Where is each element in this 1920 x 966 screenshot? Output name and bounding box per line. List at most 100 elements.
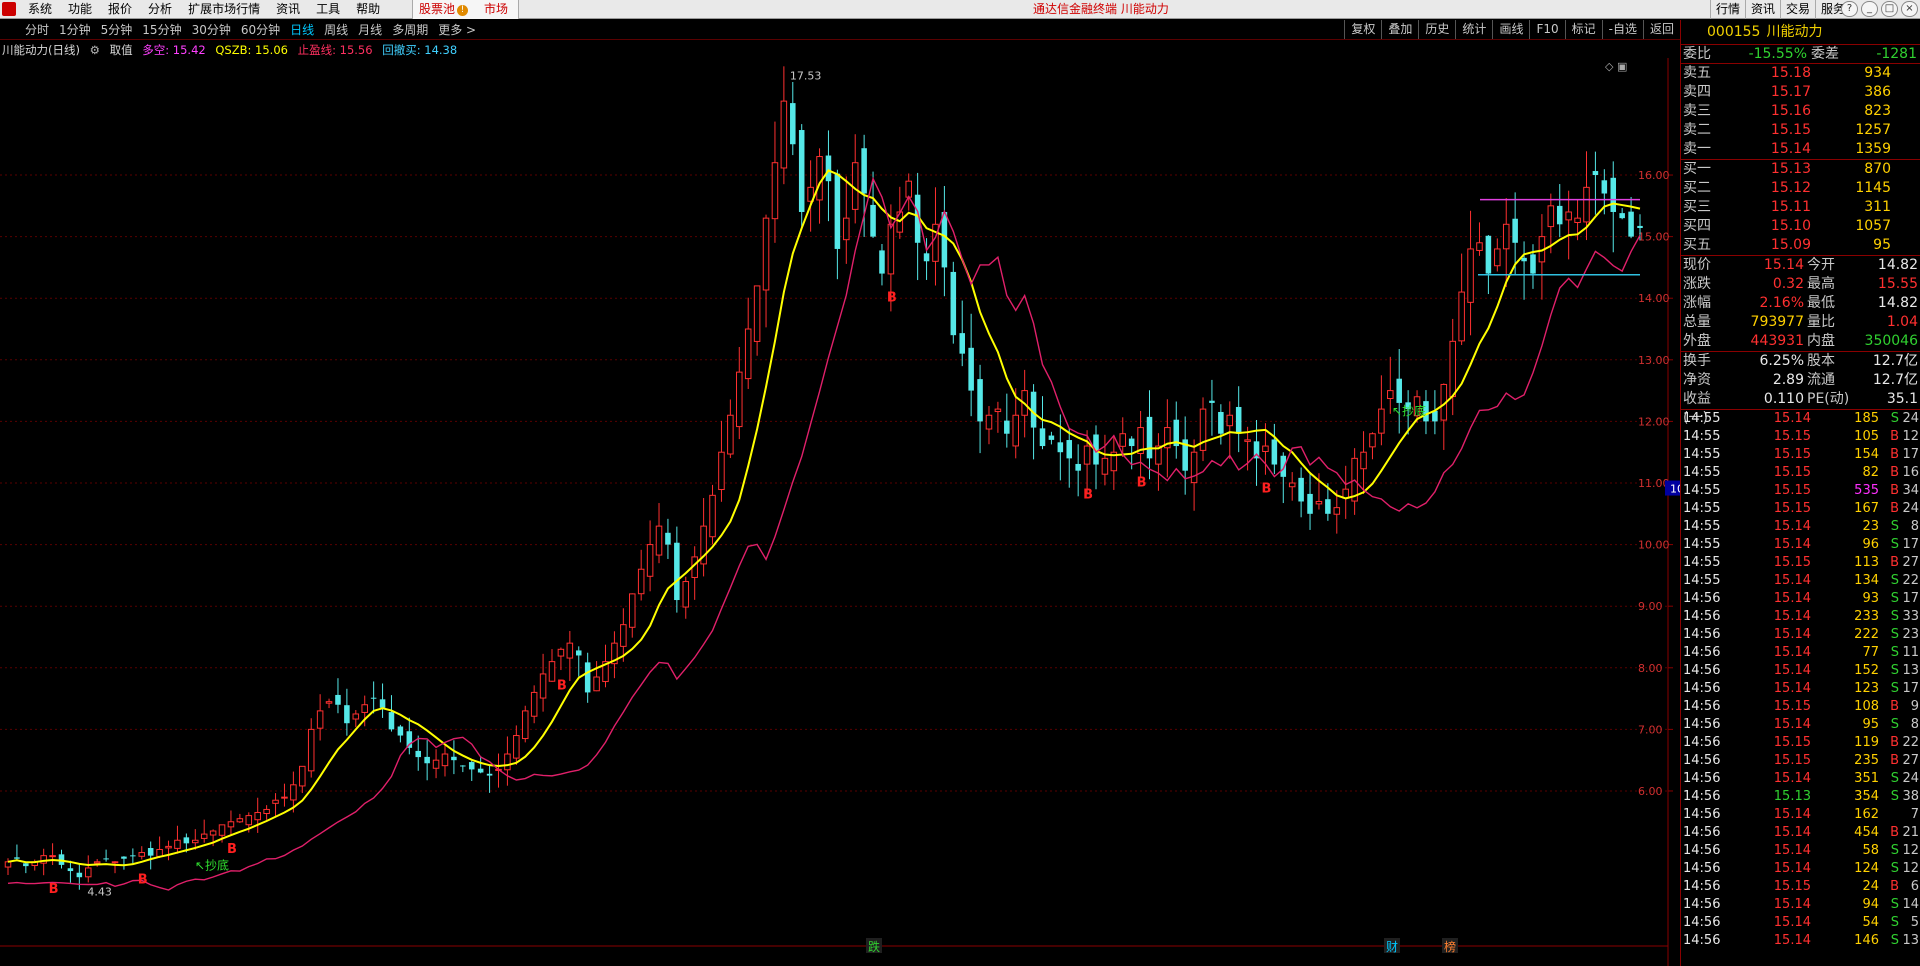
tick-row[interactable]: 14:56 15.14 233 S 33	[1681, 608, 1920, 626]
minimize-icon[interactable]: _	[1861, 1, 1878, 17]
tick-row[interactable]: 14:56 15.14 351 S 24	[1681, 770, 1920, 788]
tick-row[interactable]: 14:55 15.15 113 B 27	[1681, 554, 1920, 572]
tick-row[interactable]: 14:56 15.14 454 B 21	[1681, 824, 1920, 842]
tick-count: 24	[1902, 501, 1919, 516]
tool-button[interactable]: 标记	[1564, 20, 1602, 39]
tick-list[interactable]: 14:55 15.14 185 S 24 14:55 15.15 105 B 12 14:55 15.…	[1681, 410, 1920, 950]
close-icon[interactable]: ×	[1901, 1, 1918, 17]
tick-row[interactable]: 14:55 15.14 96 S 17	[1681, 536, 1920, 554]
period-tab[interactable]: 1分钟	[54, 22, 96, 38]
menu-item[interactable]: 帮助	[348, 0, 388, 19]
candle-body	[941, 212, 948, 268]
tab-stock-pool[interactable]: 股票池!	[412, 0, 476, 19]
menu-item[interactable]: 系统	[20, 0, 60, 19]
candle-body	[887, 223, 895, 275]
tick-count: 13	[1902, 933, 1919, 948]
period-tab[interactable]: 30分钟	[187, 22, 236, 38]
candle-body	[370, 697, 377, 699]
candle-body	[451, 756, 457, 761]
order-row: 卖二 15.15 1257	[1681, 121, 1920, 140]
tick-volume: 354	[1854, 789, 1879, 804]
help-icon[interactable]: ?	[1841, 1, 1858, 17]
tick-row[interactable]: 14:55 15.14 134 S 22	[1681, 572, 1920, 590]
y-tick-label: 15.00	[1638, 231, 1670, 244]
maximize-icon[interactable]: □	[1881, 1, 1898, 17]
kline-chart[interactable]: 6.00 7.00 8.00 9.00 10.00 11.00 12.00 13.00 14.0…	[0, 58, 1680, 966]
period-tab[interactable]: 周线	[319, 22, 353, 38]
tick-row[interactable]: 14:56 15.14 152 S 13	[1681, 662, 1920, 680]
y-tick-label: 13.00	[1638, 354, 1670, 367]
tick-row[interactable]: 14:56 15.14 93 S 17	[1681, 590, 1920, 608]
candle-body	[1396, 378, 1402, 403]
tick-row[interactable]: 14:55 15.14 23 S 8	[1681, 518, 1920, 536]
tool-button[interactable]: 画线	[1492, 20, 1529, 39]
menu-item[interactable]: 扩展市场行情	[180, 0, 268, 19]
menu-item[interactable]: 分析	[140, 0, 180, 19]
candle-body	[637, 568, 645, 595]
stat-value: 12.7亿	[1872, 372, 1918, 388]
tick-row[interactable]: 14:55 15.15 167 B 24	[1681, 500, 1920, 518]
period-tab[interactable]: 60分钟	[236, 22, 285, 38]
tick-row[interactable]: 14:56 15.15 119 B 22	[1681, 734, 1920, 752]
tick-time: 14:56	[1683, 609, 1721, 624]
candle-body	[1288, 482, 1296, 488]
menu-item[interactable]: 报价	[100, 0, 140, 19]
stat-label: 外盘	[1683, 333, 1711, 349]
tick-row[interactable]: 14:56 15.15 24 B 6	[1681, 878, 1920, 896]
tick-row[interactable]: 14:55 15.15 105 B 12	[1681, 428, 1920, 446]
tool-button[interactable]: 统计	[1455, 20, 1492, 39]
tick-row[interactable]: 14:56 15.14 94 S 14	[1681, 896, 1920, 914]
candle-body	[798, 130, 805, 212]
tick-row[interactable]: 14:56 15.15 108 B 9	[1681, 698, 1920, 716]
buy-marker: B	[557, 679, 567, 694]
tool-button[interactable]: 返回	[1642, 20, 1680, 39]
tool-button[interactable]: -自选	[1601, 20, 1643, 39]
tick-row[interactable]: 14:55 15.14 185 S 24	[1681, 410, 1920, 428]
tool-button[interactable]: 叠加	[1381, 20, 1418, 39]
tick-row[interactable]: 14:56 15.14 58 S 12	[1681, 842, 1920, 860]
candle-body	[1271, 439, 1278, 465]
top-button[interactable]: 资讯	[1744, 0, 1780, 19]
tick-row[interactable]: 14:56 15.14 162 7	[1681, 806, 1920, 824]
stat-value: 12.7亿	[1872, 353, 1918, 369]
tick-row[interactable]: 14:56 15.14 123 S 17	[1681, 680, 1920, 698]
tool-button[interactable]: 复权	[1344, 20, 1381, 39]
settings-icon[interactable]: ⚙	[90, 43, 100, 57]
period-tab[interactable]: 5分钟	[96, 22, 138, 38]
tick-volume: 124	[1854, 861, 1879, 876]
tick-row[interactable]: 14:56 15.14 77 S 11	[1681, 644, 1920, 662]
tick-time: 14:56	[1683, 663, 1721, 678]
tab-market[interactable]: 市场	[474, 0, 520, 19]
top-button[interactable]: 交易	[1779, 0, 1815, 19]
value-toggle[interactable]: 取值	[110, 43, 133, 57]
tick-row[interactable]: 14:56 15.14 54 S 5	[1681, 914, 1920, 932]
tick-row[interactable]: 14:56 15.13 354 S 38	[1681, 788, 1920, 806]
tick-count: 7	[1910, 807, 1919, 822]
tool-button[interactable]: 历史	[1418, 20, 1455, 39]
tick-row[interactable]: 14:55 15.15 154 B 17	[1681, 446, 1920, 464]
period-tab[interactable]: 多周期	[387, 22, 433, 38]
menu-item[interactable]: 资讯	[268, 0, 308, 19]
tick-side: S	[1890, 663, 1899, 678]
candle-body	[1449, 340, 1456, 398]
menu-item[interactable]: 功能	[60, 0, 100, 19]
period-tab[interactable]: 日线	[285, 22, 319, 38]
period-tab[interactable]: 更多 >	[433, 22, 481, 38]
tick-row[interactable]: 14:56 15.14 124 S 12	[1681, 860, 1920, 878]
tick-row[interactable]: 14:55 15.15 82 B 16	[1681, 464, 1920, 482]
top-button[interactable]: 行情	[1709, 0, 1745, 19]
candle-body	[272, 799, 279, 804]
event-marker: 跌	[868, 939, 880, 954]
period-tab[interactable]: 月线	[353, 22, 387, 38]
tick-row[interactable]: 14:56 15.14 222 S 23	[1681, 626, 1920, 644]
period-tab[interactable]: 15分钟	[137, 22, 186, 38]
tick-row[interactable]: 14:55 15.15 535 B 34	[1681, 482, 1920, 500]
menu-item[interactable]: 工具	[308, 0, 348, 19]
tool-button[interactable]: F10	[1529, 20, 1564, 39]
tick-row[interactable]: 14:56 15.14 95 S 8	[1681, 716, 1920, 734]
order-label: 买五	[1683, 237, 1711, 253]
period-tab[interactable]: 分时	[20, 22, 54, 38]
tick-row[interactable]: 14:56 15.14 146 S 13	[1681, 932, 1920, 950]
order-price: 15.12	[1770, 180, 1811, 196]
tick-row[interactable]: 14:56 15.15 235 B 27	[1681, 752, 1920, 770]
